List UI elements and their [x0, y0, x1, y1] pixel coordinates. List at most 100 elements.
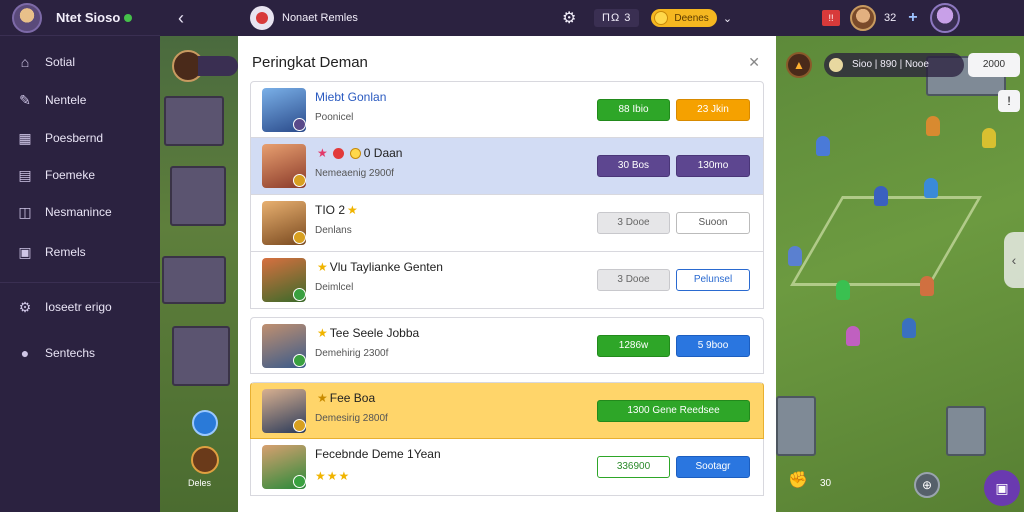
game-name: Nonaet Remles [282, 12, 358, 24]
sidebar-item-remels[interactable]: ▣ Remels [16, 244, 86, 260]
game-scene-left[interactable] [160, 36, 238, 512]
player-subtitle: Demesirig 2800f [315, 413, 388, 424]
star-icon: ★ [347, 203, 358, 217]
sidebar-item-label: Remels [45, 245, 86, 259]
coin-dropdown[interactable]: Deenes [651, 9, 717, 27]
unit[interactable] [920, 276, 934, 296]
leaderboard-row[interactable]: Miebt Gonlan Poonicel 88 Ibio 23 Jkin [250, 81, 764, 138]
rank-badge [293, 475, 306, 488]
score-button[interactable]: 1300 Gene Reedsee [597, 400, 750, 422]
attack-icon[interactable]: ✊ [788, 470, 808, 490]
action-button[interactable]: Pelunsel [676, 269, 750, 291]
leaderboard-row[interactable]: ★ Vlu Taylianke Genten Deimlcel 3 Dooe P… [250, 252, 764, 309]
sidebar-item-nesmanince[interactable]: ◫ Nesmanince [16, 204, 111, 220]
unit[interactable] [926, 116, 940, 136]
leaderboard-row[interactable]: ★ 0 Daan Nemeaenig 2900f 30 Bos 130mo [250, 138, 764, 195]
app-title: Ntet Sioso [56, 10, 121, 25]
score-button[interactable]: 3 Dooe [597, 269, 670, 291]
coin-icon [349, 147, 361, 159]
player-name: Vlu Taylianke Genten [329, 260, 443, 274]
collapse-arrow-icon[interactable]: ‹ [1004, 232, 1024, 288]
action-button[interactable]: Suoon [676, 212, 750, 234]
unit[interactable] [902, 318, 916, 338]
sidebar-item-sentechs[interactable]: ● Sentechs [16, 345, 95, 361]
unit[interactable] [836, 280, 850, 300]
wall [776, 396, 816, 456]
score-button[interactable]: 3 Dooe [597, 212, 670, 234]
wall [946, 406, 986, 456]
home-icon: ⌂ [20, 54, 30, 70]
action-button[interactable]: Sootagr [676, 456, 750, 478]
score-button[interactable]: 30 Bos [597, 155, 670, 177]
score-button[interactable]: 336900 [597, 456, 670, 478]
chevron-down-icon[interactable]: ⌄ [723, 12, 732, 25]
compass-icon[interactable]: ⊕ [914, 472, 940, 498]
coin-label: Deenes [674, 12, 709, 24]
leaderboard-row-highlighted[interactable]: ★ Fee Boa Demesirig 2800f 1300 Gene Reed… [250, 382, 764, 439]
unit[interactable] [924, 178, 938, 198]
player-name: TIO 2 [315, 203, 346, 217]
sidebar: Ntet Sioso ⌂ Sotial ✎ Nentele ▦ Poesbern… [0, 0, 160, 512]
sidebar-item-label: Nentele [45, 93, 87, 107]
fire-icon[interactable]: ▲ [786, 52, 812, 78]
sidebar-item-label: Poesbernd [45, 131, 104, 145]
info-icon[interactable]: ! [998, 90, 1020, 112]
sidebar-item-label: Foemeke [45, 168, 96, 182]
player-subtitle: Poonicel [315, 112, 354, 123]
sidebar-item-settings[interactable]: ⚙ Ioseetr erigo [16, 299, 112, 315]
score-button[interactable]: 88 Ibio [597, 99, 670, 121]
game-logo [250, 6, 274, 30]
sidebar-header: Ntet Sioso [0, 0, 160, 36]
sidebar-item-foemeke[interactable]: ▤ Foemeke [16, 167, 95, 183]
close-icon[interactable]: ✕ [748, 54, 760, 71]
gear-icon[interactable]: ⚙ [562, 8, 582, 28]
star-icon: ★ [317, 326, 328, 340]
deles-button[interactable] [191, 446, 219, 474]
action-button[interactable]: 23 Jkin [676, 99, 750, 121]
table-icon: ▦ [18, 130, 32, 146]
star-icon: ★ [317, 146, 328, 160]
action-button[interactable]: 5 9boo [676, 335, 750, 357]
drop-icon: ● [20, 345, 30, 361]
leaderboard-row[interactable]: ★ Tee Seele Jobba Demehirig 2300f 1286w … [250, 317, 764, 374]
building [172, 326, 230, 386]
game-scene-right[interactable] [776, 36, 1024, 512]
resource-button[interactable]: 2000 [968, 53, 1020, 77]
building [162, 256, 226, 304]
player-name-group: TIO 2 ★ [315, 203, 360, 217]
sidebar-item-nentele[interactable]: ✎ Nentele [16, 92, 86, 108]
leaderboard-row[interactable]: TIO 2 ★ Denlans 3 Dooe Suoon [250, 195, 764, 252]
unit[interactable] [816, 136, 830, 156]
sidebar-item-label: Sentechs [45, 346, 96, 360]
sidebar-item-label: Sotial [45, 55, 76, 69]
player-name: 0 Daan [363, 146, 403, 160]
road [790, 196, 982, 286]
player-subtitle: Deimlcel [315, 282, 354, 293]
hero-avatar[interactable] [850, 5, 877, 31]
score-button[interactable]: 1286w [597, 335, 670, 357]
star-icon: ★ [317, 260, 328, 274]
action-button[interactable]: 130mo [676, 155, 750, 177]
building [164, 96, 224, 146]
plus-icon[interactable]: + [908, 9, 917, 27]
unit[interactable] [874, 186, 888, 206]
note-icon: ▤ [18, 167, 32, 183]
unit[interactable] [982, 128, 996, 148]
player-name-group: ★ Vlu Taylianke Genten [315, 260, 443, 274]
building [170, 166, 226, 226]
player-name: Tee Seele Jobba [329, 326, 420, 340]
leaderboard-row[interactable]: Fecebnde Deme 1Yean ★★★ 336900 Sootagr [250, 439, 764, 496]
flag-icon[interactable]: !! [822, 10, 841, 26]
back-icon[interactable]: ‹ [178, 8, 198, 29]
profile-avatar[interactable] [929, 3, 960, 33]
unit[interactable] [788, 246, 802, 266]
sidebar-item-sotial[interactable]: ⌂ Sotial [16, 54, 75, 70]
skill-button[interactable] [192, 410, 218, 436]
player-name: Fecebnde Deme 1Yean [315, 447, 441, 461]
avatar[interactable] [12, 2, 42, 33]
unit[interactable] [846, 326, 860, 346]
app-menu-icon[interactable]: ▣ [984, 470, 1020, 506]
sidebar-item-poesbernd[interactable]: ▦ Poesbernd [16, 130, 103, 146]
sidebar-item-label: Ioseetr erigo [45, 300, 112, 314]
sidebar-divider [0, 282, 160, 283]
